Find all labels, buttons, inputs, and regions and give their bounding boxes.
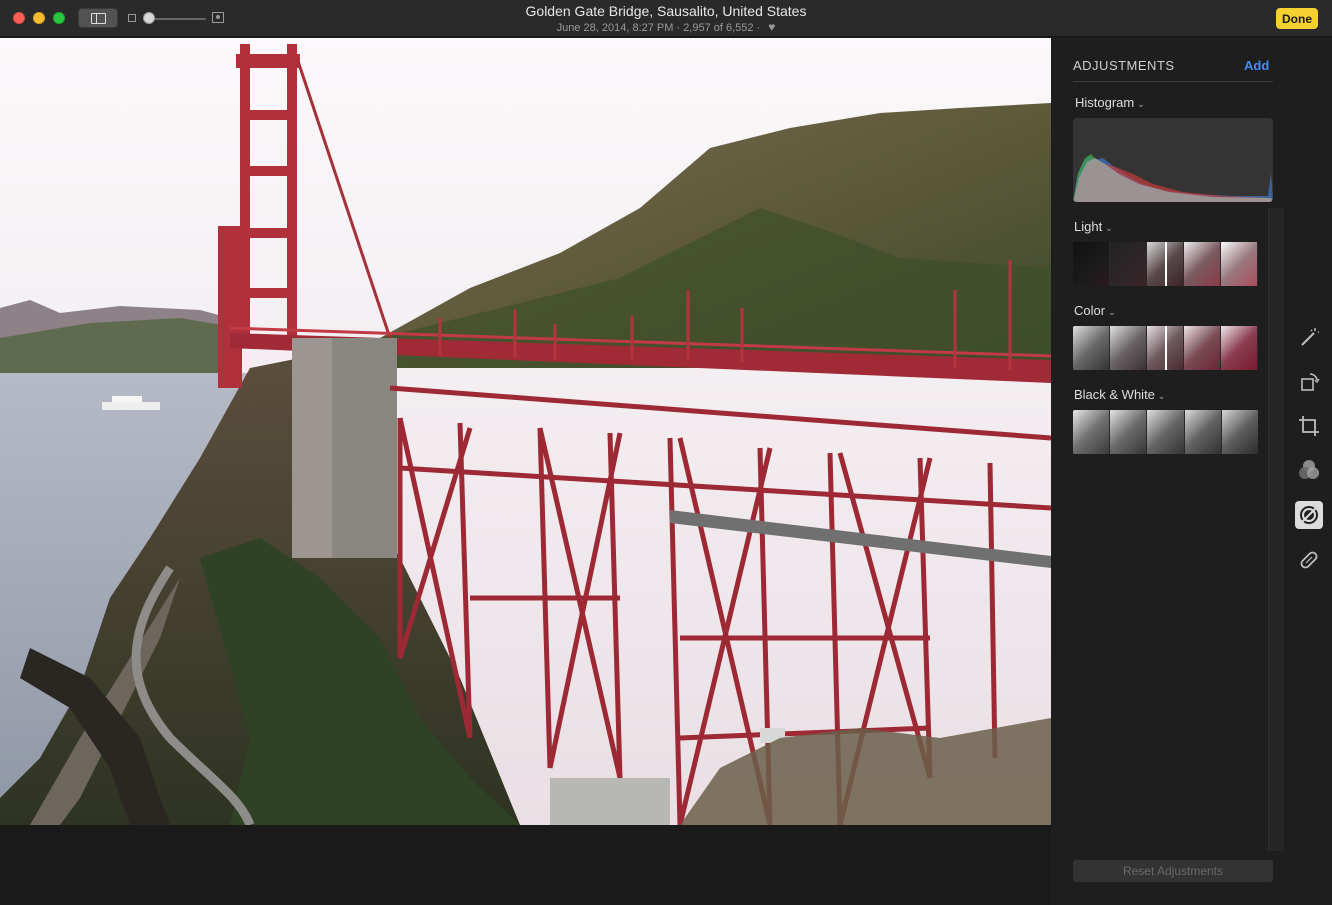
bw-thumb [1184,410,1222,454]
light-filmstrip[interactable] [1073,242,1258,286]
histogram-chart [1073,118,1273,202]
bw-thumb [1073,410,1111,454]
color-thumb [1184,326,1221,370]
filters-icon[interactable] [1295,456,1323,484]
chevron-down-icon: ⌄ [1137,99,1145,109]
light-thumb [1221,242,1258,286]
color-thumb [1073,326,1110,370]
chevron-down-icon: ⌄ [1108,307,1116,317]
add-adjustment-button[interactable]: Add [1244,58,1269,73]
light-section-toggle[interactable]: Light ⌄ [1074,219,1113,234]
black-white-label: Black & White [1074,387,1155,402]
divider [1073,81,1273,82]
black-white-filmstrip[interactable] [1073,410,1258,454]
adjust-icon[interactable] [1295,501,1323,529]
favorite-heart-icon[interactable]: ♥ [768,20,775,34]
light-slider-marker[interactable] [1165,242,1167,286]
adjustments-title: ADJUSTMENTS [1073,58,1175,73]
color-filmstrip[interactable] [1073,326,1258,370]
color-thumb [1221,326,1258,370]
color-thumb [1110,326,1147,370]
panel-scrollbar[interactable] [1268,208,1284,851]
light-label: Light [1074,219,1103,234]
color-section-toggle[interactable]: Color ⌄ [1074,303,1116,318]
chevron-down-icon: ⌄ [1157,391,1166,401]
adjustments-panel: ADJUSTMENTS Add Histogram ⌄ Light ⌄ Color ⌄… [1051,38,1285,905]
bw-thumb [1221,410,1258,454]
histogram-label: Histogram [1075,95,1135,110]
retouch-icon[interactable] [1295,546,1323,574]
light-thumb [1073,242,1110,286]
histogram-section-toggle[interactable]: Histogram ⌄ [1075,95,1145,110]
color-label: Color [1074,303,1106,318]
magic-wand-icon[interactable] [1295,324,1323,352]
photo-info: June 28, 2014, 8:27 PM · 2,957 of 6,552 … [556,22,761,34]
photo-subtitle: June 28, 2014, 8:27 PM · 2,957 of 6,552 … [0,20,1332,34]
title-bar: Golden Gate Bridge, Sausalito, United St… [0,0,1332,37]
black-white-section-toggle[interactable]: Black & White ⌄ [1074,387,1165,402]
photo-image[interactable] [0,38,1051,825]
chevron-down-icon: ⌄ [1105,223,1113,233]
done-button[interactable]: Done [1276,8,1318,29]
light-thumb [1110,242,1147,286]
light-thumb [1184,242,1221,286]
bw-thumb [1110,410,1148,454]
photo-title: Golden Gate Bridge, Sausalito, United St… [525,3,807,19]
rotate-icon[interactable] [1295,368,1323,396]
crop-icon[interactable] [1295,412,1323,440]
reset-adjustments-button[interactable]: Reset Adjustments [1073,860,1273,882]
edit-tools-bar [1285,38,1332,905]
color-slider-marker[interactable] [1165,326,1167,370]
bw-thumb [1147,410,1185,454]
golden-gate-photo [0,38,1051,825]
